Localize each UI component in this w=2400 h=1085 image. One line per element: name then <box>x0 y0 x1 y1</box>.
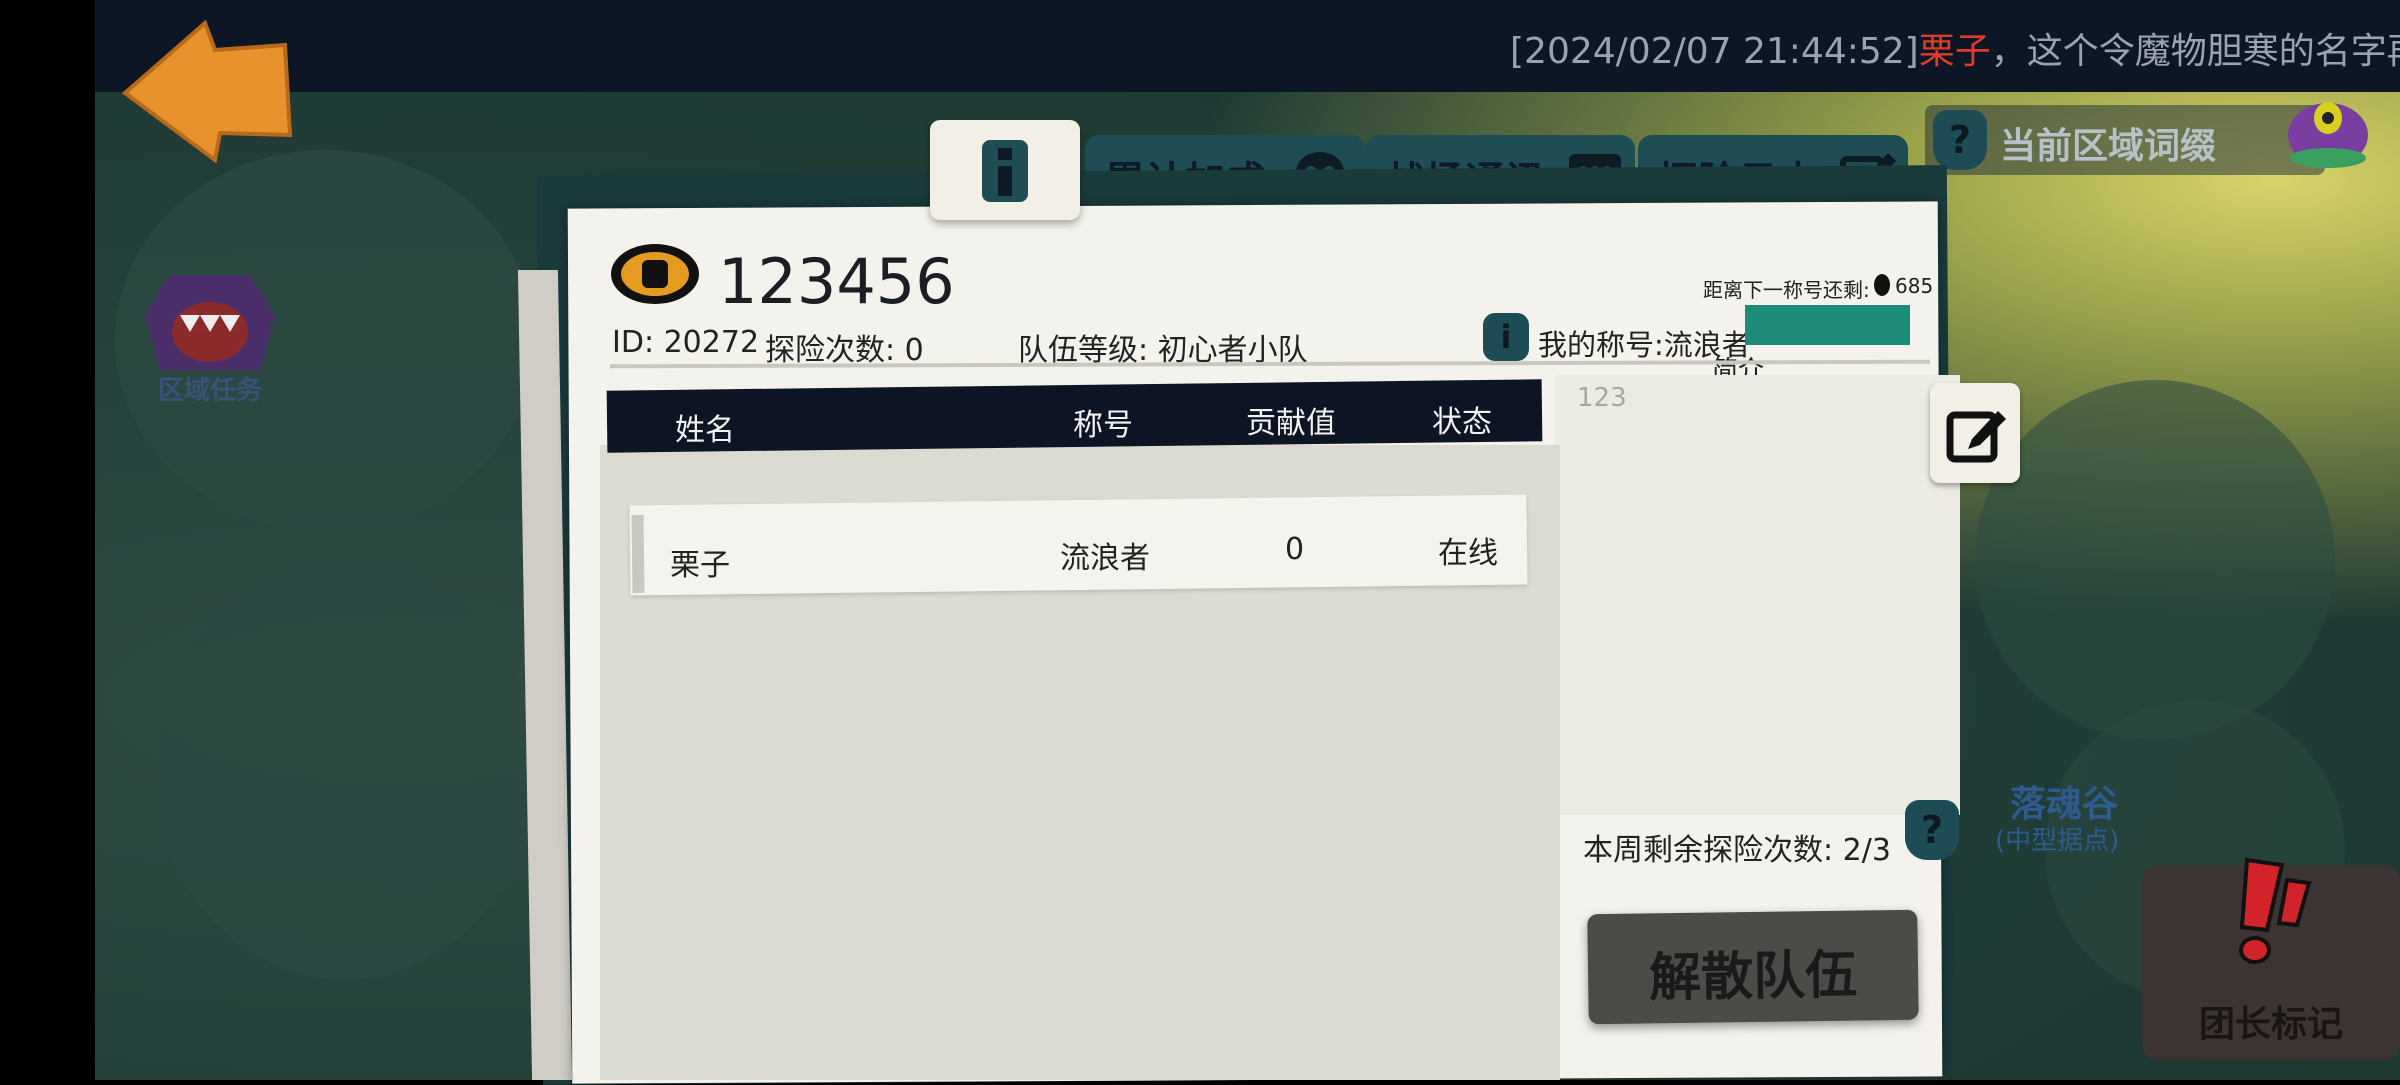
title-progress-bar <box>1745 305 1910 345</box>
ticker-timestamp: [2024/02/07 21:44:52] <box>1510 31 1919 72</box>
intro-text: 123 <box>1577 383 1627 413</box>
back-button[interactable] <box>120 15 295 165</box>
member-contribution: 0 <box>1285 532 1305 567</box>
ticker-player-name: 栗子 <box>1918 31 1991 72</box>
leader-mark-button[interactable]: 团长标记 <box>2142 857 2400 1060</box>
broadcast-ticker: [2024/02/07 21:44:52]栗子，这个令魔物胆寒的名字再次 <box>95 0 2400 92</box>
exclamation-icon <box>2239 857 2312 964</box>
region-affix-button[interactable]: ? 当前区域词缀 <box>1925 105 2325 175</box>
next-title-label: 距离下一称号还剩: <box>1703 278 1870 302</box>
team-name: 123456 <box>718 245 955 318</box>
area-task-button[interactable]: 区域任务 <box>140 270 280 410</box>
coin-icon <box>1874 274 1890 296</box>
header-title: 称号 <box>1073 408 1133 443</box>
next-title-value: 685 <box>1895 274 1934 298</box>
edit-intro-button[interactable] <box>1930 383 2020 483</box>
area-task-label: 区域任务 <box>157 376 262 406</box>
foliage <box>1975 380 2335 740</box>
weekly-help-icon[interactable]: ? <box>1905 800 1959 860</box>
ticker-message: [2024/02/07 21:44:52]栗子，这个令魔物胆寒的名字再次 <box>1510 22 2400 74</box>
header-name: 姓名 <box>675 413 735 448</box>
team-id: ID: 20272 <box>612 325 760 360</box>
disband-team-label: 解散队伍 <box>1648 945 1858 1009</box>
question-icon: ? <box>1933 110 1987 170</box>
left-black-bar <box>0 0 95 1080</box>
edit-icon <box>1946 411 2006 463</box>
info-icon <box>982 140 1028 202</box>
ticker-text: ，这个令魔物胆寒的名字再次 <box>1990 31 2400 72</box>
weekly-remaining: 本周剩余探险次数: 2/3 <box>1583 833 1891 868</box>
header-status: 状态 <box>1432 405 1492 440</box>
member-title: 流浪者 <box>1060 541 1150 576</box>
header-contribution: 贡献值 <box>1246 406 1336 441</box>
tab-team-info[interactable] <box>930 120 1080 220</box>
location-subtitle: (中型据点) <box>1995 826 2120 856</box>
disband-team-button[interactable]: 解散队伍 <box>1587 909 1919 1025</box>
foliage <box>155 560 535 980</box>
leader-mark-label: 团长标记 <box>2198 1004 2343 1045</box>
row-edge <box>631 514 645 594</box>
region-affix-label: 当前区域词缀 <box>2000 126 2217 167</box>
team-eye-icon <box>611 244 699 304</box>
back-arrow-icon <box>121 19 293 164</box>
title-info-icon[interactable]: i <box>1483 313 1529 361</box>
purple-monster-icon[interactable] <box>2280 90 2375 170</box>
member-status: 在线 <box>1438 536 1498 571</box>
member-name: 栗子 <box>670 548 730 583</box>
intro-box <box>1555 375 1960 815</box>
